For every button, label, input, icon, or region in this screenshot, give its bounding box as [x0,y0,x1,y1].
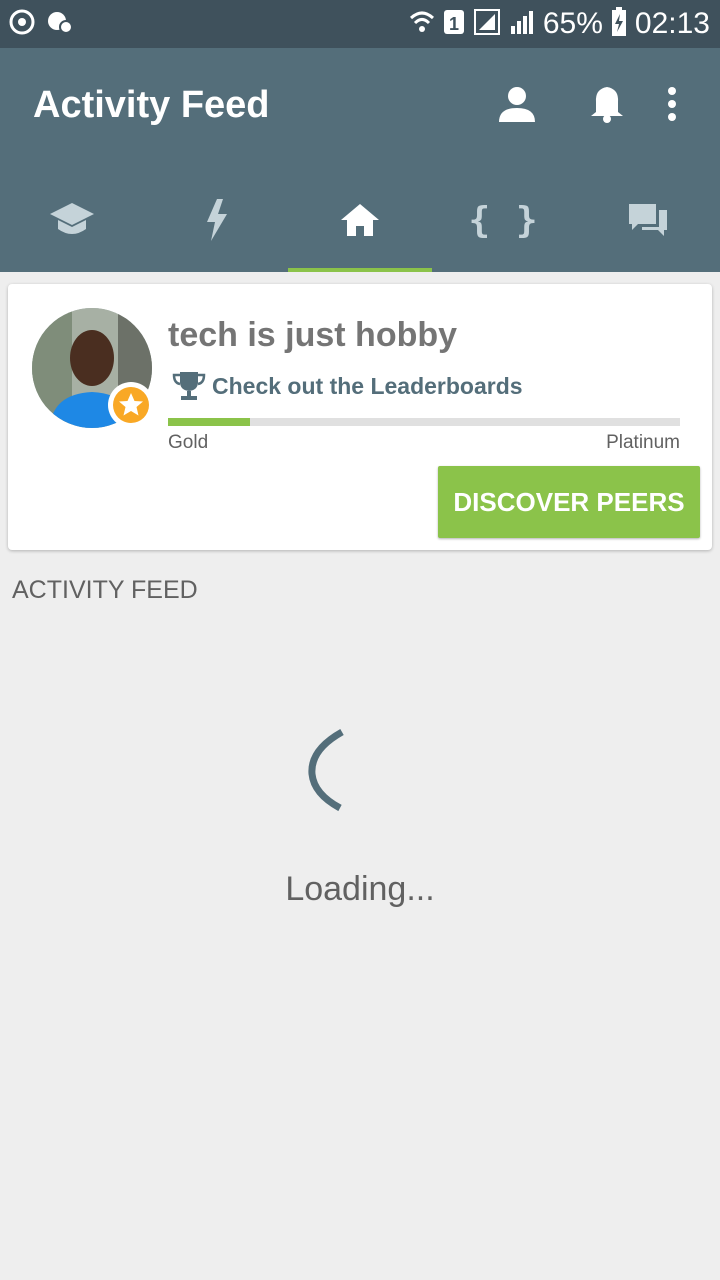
tab-home[interactable] [288,168,432,272]
battery-percent: 65% [542,7,603,40]
star-badge-icon [113,387,149,423]
tab-quick[interactable] [144,168,288,272]
loading-text: Loading... [285,870,435,908]
user-name: tech is just hobby [168,316,458,354]
graduation-cap-icon [50,203,94,234]
leaderboard-link-label: Check out the Leaderboards [212,372,523,399]
signal-icon [509,8,535,41]
status-bar: 1 65% 02:13 [0,0,720,48]
braces-icon: { } [468,199,540,241]
home-icon [341,204,379,236]
trophy-icon [172,372,206,400]
wifi-icon [409,8,435,41]
avatar-badge [108,382,154,428]
loading-spinner [300,726,380,818]
lightning-icon [207,199,227,241]
chat-bubbles-icon [629,204,667,236]
tab-bar: { } [0,168,720,272]
signal-box-icon [473,8,501,41]
discover-peers-button[interactable]: DISCOVER PEERS [438,466,700,538]
profile-icon [499,87,535,122]
profile-card: tech is just hobby Check out the Leaderb… [8,284,712,550]
rank-progress-bar [168,418,680,426]
leaderboard-link[interactable]: Check out the Leaderboards [172,370,523,402]
tab-learn[interactable] [0,168,144,272]
profile-button[interactable] [472,82,562,126]
app-bar: Activity Feed { } [0,48,720,272]
tab-code[interactable]: { } [432,168,576,272]
tab-discuss[interactable] [576,168,720,272]
rank-current-label: Gold [168,432,209,453]
sim-icon: 1 [443,8,465,41]
rank-progress-fill [168,418,250,426]
clock: 02:13 [634,7,710,40]
more-options-button[interactable] [652,82,692,126]
vpn-key-icon [46,8,74,41]
notifications-button[interactable] [562,82,652,126]
sync-icon [8,8,36,41]
rank-next-label: Platinum [606,432,680,453]
battery-charging-icon [611,6,627,42]
more-vert-icon [668,87,676,121]
page-title: Activity Feed [33,84,270,126]
sim-slot-label: 1 [449,14,459,34]
activity-feed-heading: ACTIVITY FEED [12,576,198,604]
notifications-icon [591,87,623,123]
